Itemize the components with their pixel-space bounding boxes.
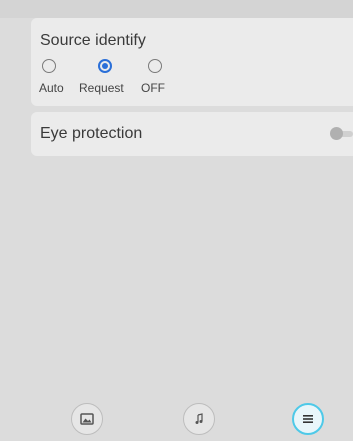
top-strip	[0, 0, 353, 18]
eye-protection-card: Eye protection	[31, 112, 353, 156]
menu-icon	[303, 415, 313, 423]
radio-label-auto: Auto	[39, 81, 64, 95]
eye-protection-title: Eye protection	[40, 125, 143, 142]
gallery-button[interactable]	[71, 403, 103, 435]
radio-label-off: OFF	[141, 81, 165, 95]
menu-button[interactable]	[292, 403, 324, 435]
music-button[interactable]	[183, 403, 215, 435]
image-icon	[80, 413, 94, 425]
radio-request[interactable]	[98, 59, 112, 73]
source-identify-title: Source identify	[40, 32, 146, 49]
radio-label-request: Request	[79, 81, 124, 95]
music-icon	[195, 413, 203, 424]
source-identify-card: Source identify Auto Request OFF	[31, 18, 353, 106]
eye-protection-toggle[interactable]	[330, 127, 343, 140]
radio-off[interactable]	[148, 59, 162, 73]
radio-auto[interactable]	[42, 59, 56, 73]
